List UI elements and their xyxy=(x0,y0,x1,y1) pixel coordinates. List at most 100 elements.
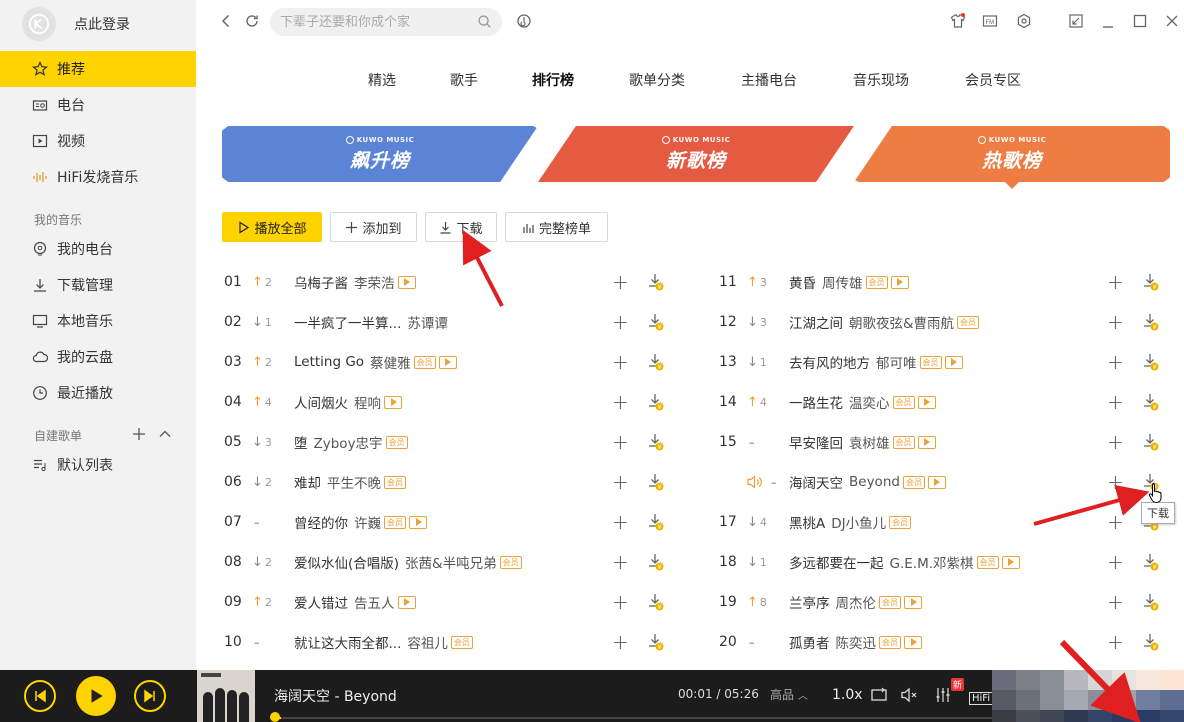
song-title[interactable]: 孤勇者 xyxy=(789,632,830,652)
sidebar-item-recommend[interactable]: 推荐 xyxy=(0,51,196,87)
back-icon[interactable] xyxy=(218,13,234,29)
download-song-icon[interactable]: ¥ xyxy=(1142,632,1160,652)
song-artist[interactable]: 蔡健雅 xyxy=(370,352,411,372)
song-title[interactable]: 堕 xyxy=(294,432,308,452)
mv-play-icon[interactable] xyxy=(890,275,909,289)
song-artist[interactable]: 朝歌夜弦&曹雨航 xyxy=(849,312,954,332)
skin-icon[interactable] xyxy=(950,13,966,29)
quality-selector[interactable]: 高品 ︿ xyxy=(770,686,808,703)
add-song-icon[interactable]: + xyxy=(612,472,629,492)
mv-play-icon[interactable] xyxy=(409,515,427,529)
mv-play-icon[interactable] xyxy=(438,355,457,369)
hifi-badge[interactable]: HiFi xyxy=(969,692,994,705)
song-title[interactable]: 乌梅子酱 xyxy=(294,272,348,292)
song-row[interactable]: 03 ↑ 2 Letting Go 蔡健雅 会员 + ¥ xyxy=(224,342,674,382)
song-artist[interactable]: 程响 xyxy=(354,392,381,412)
tab-vip-zone[interactable]: 会员专区 xyxy=(965,70,1021,90)
song-title[interactable]: 曾经的你 xyxy=(294,512,348,532)
download-song-icon[interactable]: ¥ xyxy=(1142,432,1160,452)
sidebar-item-hifi[interactable]: HiFi发烧音乐 xyxy=(0,159,196,195)
sidebar-item-default-list[interactable]: 默认列表 xyxy=(0,447,196,483)
song-title[interactable]: 黄昏 xyxy=(789,272,816,292)
download-song-icon[interactable]: ¥ xyxy=(1142,392,1160,412)
add-song-icon[interactable]: + xyxy=(1107,352,1124,372)
search-input[interactable] xyxy=(280,14,470,30)
song-title[interactable]: 人间烟火 xyxy=(294,392,348,412)
mv-play-icon[interactable] xyxy=(917,395,936,409)
sidebar-item-local-music[interactable]: 本地音乐 xyxy=(0,303,196,339)
mv-play-icon[interactable] xyxy=(384,395,402,409)
mv-play-icon[interactable] xyxy=(397,595,416,609)
next-button[interactable] xyxy=(134,680,166,712)
download-song-icon[interactable]: ¥ xyxy=(647,552,665,572)
download-song-icon[interactable]: ¥ xyxy=(1142,272,1160,292)
song-row[interactable]: –海阔天空Beyond会员+¥ xyxy=(719,462,1169,502)
minimize-icon[interactable] xyxy=(1100,13,1116,29)
song-title[interactable]: 一路生花 xyxy=(789,392,843,412)
song-artist[interactable]: 张茜&半吨兄弟 xyxy=(405,552,497,572)
add-to-button[interactable]: 添加到 xyxy=(330,212,417,242)
song-row[interactable]: 07– 曾经的你 许巍 会员 + ¥ xyxy=(224,502,674,542)
song-row[interactable]: 02 ↓ 1 一半疯了一半算... 苏谭谭 + ¥ xyxy=(224,302,674,342)
song-row[interactable]: 05 ↓ 3 堕 Zyboy忠宇 会员 + ¥ xyxy=(224,422,674,462)
song-row[interactable]: 04 ↑ 4 人间烟火 程响 + ¥ xyxy=(224,382,674,422)
full-list-button[interactable]: 完整榜单 xyxy=(505,212,608,242)
play-all-button[interactable]: 播放全部 xyxy=(222,212,322,242)
listen-recognize-icon[interactable] xyxy=(516,13,532,29)
song-row[interactable]: 09 ↑ 2 爱人错过 告五人 + ¥ xyxy=(224,582,674,622)
download-song-icon[interactable]: ¥ xyxy=(1142,312,1160,332)
mv-play-icon[interactable] xyxy=(904,595,922,609)
song-artist[interactable]: Beyond xyxy=(849,474,900,490)
song-artist[interactable]: 温奕心 xyxy=(849,392,890,412)
progress-handle[interactable] xyxy=(270,712,280,722)
album-cover[interactable] xyxy=(197,670,255,722)
download-song-icon[interactable]: ¥ xyxy=(647,592,665,612)
add-song-icon[interactable]: + xyxy=(1107,632,1124,652)
song-title[interactable]: 一半疯了一半算... xyxy=(294,312,401,332)
song-artist[interactable]: 平生不晚 xyxy=(327,472,381,492)
tab-live-music[interactable]: 音乐现场 xyxy=(853,70,909,90)
sidebar-item-video[interactable]: 视频 xyxy=(0,123,196,159)
song-artist[interactable]: Zyboy忠宇 xyxy=(314,432,383,452)
download-song-icon[interactable]: ¥ xyxy=(647,352,665,372)
song-artist[interactable]: 李荣浩 xyxy=(354,272,395,292)
tab-singers[interactable]: 歌手 xyxy=(450,70,478,90)
song-artist[interactable]: 陈奕迅 xyxy=(836,632,877,652)
song-row[interactable]: 11 ↑ 3 黄昏 周传雄 会员 + ¥ xyxy=(719,262,1169,302)
song-artist[interactable]: G.E.M.邓紫棋 xyxy=(890,552,974,572)
avatar[interactable] xyxy=(22,7,56,41)
add-song-icon[interactable]: + xyxy=(612,512,629,532)
download-song-icon[interactable]: ¥ xyxy=(647,432,665,452)
download-button[interactable]: 下载 xyxy=(425,212,497,242)
tab-playlist-category[interactable]: 歌单分类 xyxy=(629,70,685,90)
song-title[interactable]: 黑桃A xyxy=(789,512,825,532)
chart-banner-hot-songs[interactable]: KUWO MUSIC 热歌榜 xyxy=(854,126,1170,182)
song-artist[interactable]: 告五人 xyxy=(354,592,395,612)
maximize-icon[interactable] xyxy=(1132,13,1148,29)
song-title[interactable]: 爱似水仙(合唱版) xyxy=(294,552,399,572)
sidebar-item-radio[interactable]: 电台 xyxy=(0,87,196,123)
tab-anchor-radio[interactable]: 主播电台 xyxy=(741,70,797,90)
add-song-icon[interactable]: + xyxy=(1107,312,1124,332)
sidebar-item-downloads[interactable]: 下载管理 xyxy=(0,267,196,303)
download-song-icon[interactable]: ¥ xyxy=(1142,592,1160,612)
song-artist[interactable]: 苏谭谭 xyxy=(407,312,448,332)
add-playlist-icon[interactable] xyxy=(132,426,146,445)
add-song-icon[interactable]: + xyxy=(1107,472,1124,492)
add-song-icon[interactable]: + xyxy=(612,432,629,452)
now-playing-title[interactable]: 海阔天空 - Beyond xyxy=(274,686,397,706)
song-row[interactable]: 08 ↓ 2 爱似水仙(合唱版) 张茜&半吨兄弟 会员 + ¥ xyxy=(224,542,674,582)
login-text[interactable]: 点此登录 xyxy=(74,14,130,34)
chart-banner-soaring[interactable]: KUWO MUSIC 飙升榜 xyxy=(222,126,538,182)
song-title[interactable]: 去有风的地方 xyxy=(789,352,870,372)
equalizer-icon[interactable] xyxy=(934,686,952,708)
loop-mode-icon[interactable] xyxy=(870,686,888,708)
song-title[interactable]: 就让这大雨全都... xyxy=(294,632,401,652)
song-title[interactable]: 爱人错过 xyxy=(294,592,348,612)
song-title[interactable]: 多远都要在一起 xyxy=(789,552,884,572)
add-song-icon[interactable]: + xyxy=(1107,272,1124,292)
volume-muted-icon[interactable] xyxy=(900,686,918,708)
search-icon[interactable] xyxy=(477,14,492,33)
download-song-icon[interactable]: ¥ xyxy=(647,472,665,492)
song-row[interactable]: 06 ↓ 2 难却 平生不晚 会员 + ¥ xyxy=(224,462,674,502)
